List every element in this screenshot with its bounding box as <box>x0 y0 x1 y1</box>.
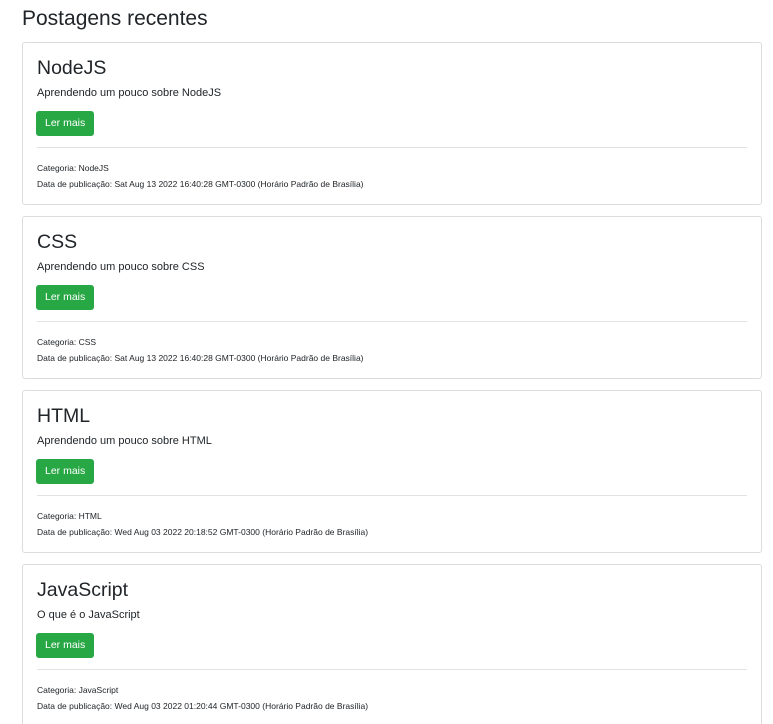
page-title: Postagens recentes <box>22 7 208 30</box>
read-more-button[interactable]: Ler mais <box>36 633 95 658</box>
post-date: Data de publicação: Wed Aug 03 2022 20:1… <box>37 527 369 537</box>
post-card: HTML Aprendendo um pouco sobre HTML Ler … <box>22 390 762 553</box>
post-category: Categoria: CSS <box>37 337 97 347</box>
post-description: O que é o JavaScript <box>37 609 140 621</box>
divider <box>37 147 747 148</box>
divider <box>37 321 747 322</box>
page: Postagens recentes NodeJS Aprendendo um … <box>0 0 773 724</box>
post-card: NodeJS Aprendendo um pouco sobre NodeJS … <box>22 42 762 205</box>
post-category: Categoria: NodeJS <box>37 163 109 173</box>
post-date: Data de publicação: Sat Aug 13 2022 16:4… <box>37 179 364 189</box>
read-more-button[interactable]: Ler mais <box>36 285 95 310</box>
post-title: NodeJS <box>37 57 107 79</box>
read-more-button[interactable]: Ler mais <box>36 111 95 136</box>
post-title: JavaScript <box>37 579 129 601</box>
divider <box>37 495 747 496</box>
post-list: NodeJS Aprendendo um pouco sobre NodeJS … <box>22 42 762 724</box>
post-description: Aprendendo um pouco sobre CSS <box>37 261 205 273</box>
post-card: JavaScript O que é o JavaScript Ler mais… <box>22 564 762 724</box>
divider <box>37 669 747 670</box>
post-date: Data de publicação: Wed Aug 03 2022 01:2… <box>37 701 369 711</box>
post-title: HTML <box>37 405 91 427</box>
post-card: CSS Aprendendo um pouco sobre CSS Ler ma… <box>22 216 762 379</box>
post-category: Categoria: JavaScript <box>37 685 119 695</box>
post-title: CSS <box>37 231 78 253</box>
post-description: Aprendendo um pouco sobre HTML <box>37 435 212 447</box>
post-date: Data de publicação: Sat Aug 13 2022 16:4… <box>37 353 364 363</box>
read-more-button[interactable]: Ler mais <box>36 459 95 484</box>
post-description: Aprendendo um pouco sobre NodeJS <box>37 87 222 99</box>
post-category: Categoria: HTML <box>37 511 102 521</box>
